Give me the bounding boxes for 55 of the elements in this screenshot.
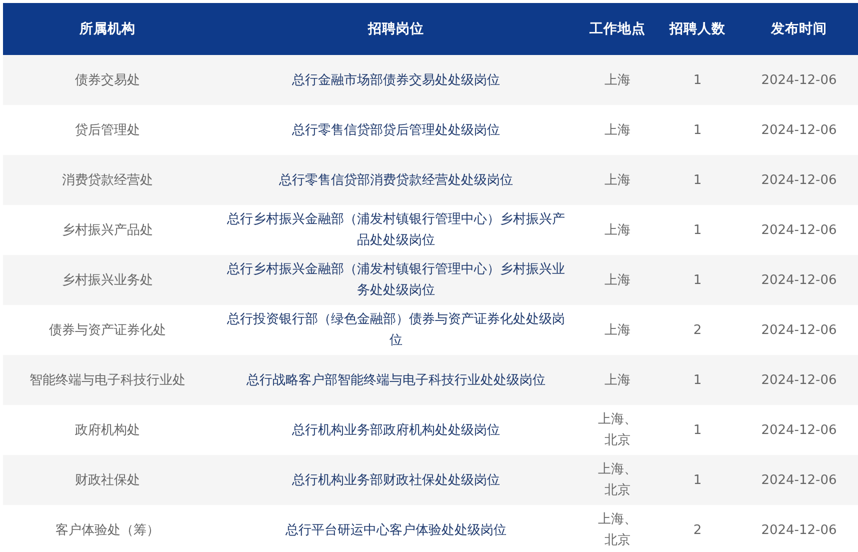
org-cell: 乡村振兴产品处	[3, 205, 212, 255]
org-cell: 债券交易处	[3, 55, 212, 105]
headcount-cell: 1	[655, 105, 740, 155]
headcount-cell: 1	[655, 455, 740, 505]
position-cell[interactable]: 总行乡村振兴金融部（浦发村镇银行管理中心）乡村振兴产品处处级岗位	[212, 205, 580, 255]
location-cell: 上海	[580, 105, 655, 155]
date-cell: 2024-12-06	[740, 405, 858, 455]
date-cell: 2024-12-06	[740, 205, 858, 255]
headcount-cell: 1	[655, 405, 740, 455]
date-cell: 2024-12-06	[740, 355, 858, 405]
position-cell[interactable]: 总行机构业务部财政社保处处级岗位	[212, 455, 580, 505]
location-cell: 上海、北京	[580, 505, 655, 552]
location-cell: 上海	[580, 305, 655, 355]
headcount-cell: 1	[655, 55, 740, 105]
date-cell: 2024-12-06	[740, 305, 858, 355]
position-cell[interactable]: 总行零售信贷部消费贷款经营处处级岗位	[212, 155, 580, 205]
position-cell[interactable]: 总行机构业务部政府机构处处级岗位	[212, 405, 580, 455]
org-cell: 客户体验处（筹）	[3, 505, 212, 552]
position-cell[interactable]: 总行金融市场部债券交易处处级岗位	[212, 55, 580, 105]
org-cell: 消费贷款经营处	[3, 155, 212, 205]
date-cell: 2024-12-06	[740, 505, 858, 552]
org-cell: 财政社保处	[3, 455, 212, 505]
date-header: 发布时间	[740, 3, 858, 55]
location-cell: 上海	[580, 205, 655, 255]
headcount-cell: 1	[655, 205, 740, 255]
position-cell[interactable]: 总行乡村振兴金融部（浦发村镇银行管理中心）乡村振兴业务处处级岗位	[212, 255, 580, 305]
location-cell: 上海	[580, 155, 655, 205]
headcount-cell: 2	[655, 305, 740, 355]
position-cell[interactable]: 总行平台研运中心客户体验处处级岗位	[212, 505, 580, 552]
org-cell: 智能终端与电子科技行业处	[3, 355, 212, 405]
location-cell: 上海	[580, 355, 655, 405]
date-cell: 2024-12-06	[740, 255, 858, 305]
position-cell[interactable]: 总行战略客户部智能终端与电子科技行业处处级岗位	[212, 355, 580, 405]
location-header: 工作地点	[580, 3, 655, 55]
location-cell: 上海	[580, 255, 655, 305]
org-header: 所属机构	[3, 3, 212, 55]
location-cell: 上海、北京	[580, 405, 655, 455]
location-cell: 上海、北京	[580, 455, 655, 505]
date-cell: 2024-12-06	[740, 455, 858, 505]
headcount-cell: 2	[655, 505, 740, 552]
location-cell: 上海	[580, 55, 655, 105]
headcount-cell: 1	[655, 355, 740, 405]
date-cell: 2024-12-06	[740, 105, 858, 155]
position-cell[interactable]: 总行投资银行部（绿色金融部）债券与资产证券化处处级岗位	[212, 305, 580, 355]
org-cell: 债券与资产证券化处	[3, 305, 212, 355]
headcount-cell: 1	[655, 155, 740, 205]
org-cell: 乡村振兴业务处	[3, 255, 212, 305]
org-cell: 贷后管理处	[3, 105, 212, 155]
date-cell: 2024-12-06	[740, 55, 858, 105]
date-cell: 2024-12-06	[740, 155, 858, 205]
position-cell[interactable]: 总行零售信贷部贷后管理处处级岗位	[212, 105, 580, 155]
org-cell: 政府机构处	[3, 405, 212, 455]
position-header: 招聘岗位	[212, 3, 580, 55]
headcount-header: 招聘人数	[655, 3, 740, 55]
headcount-cell: 1	[655, 255, 740, 305]
